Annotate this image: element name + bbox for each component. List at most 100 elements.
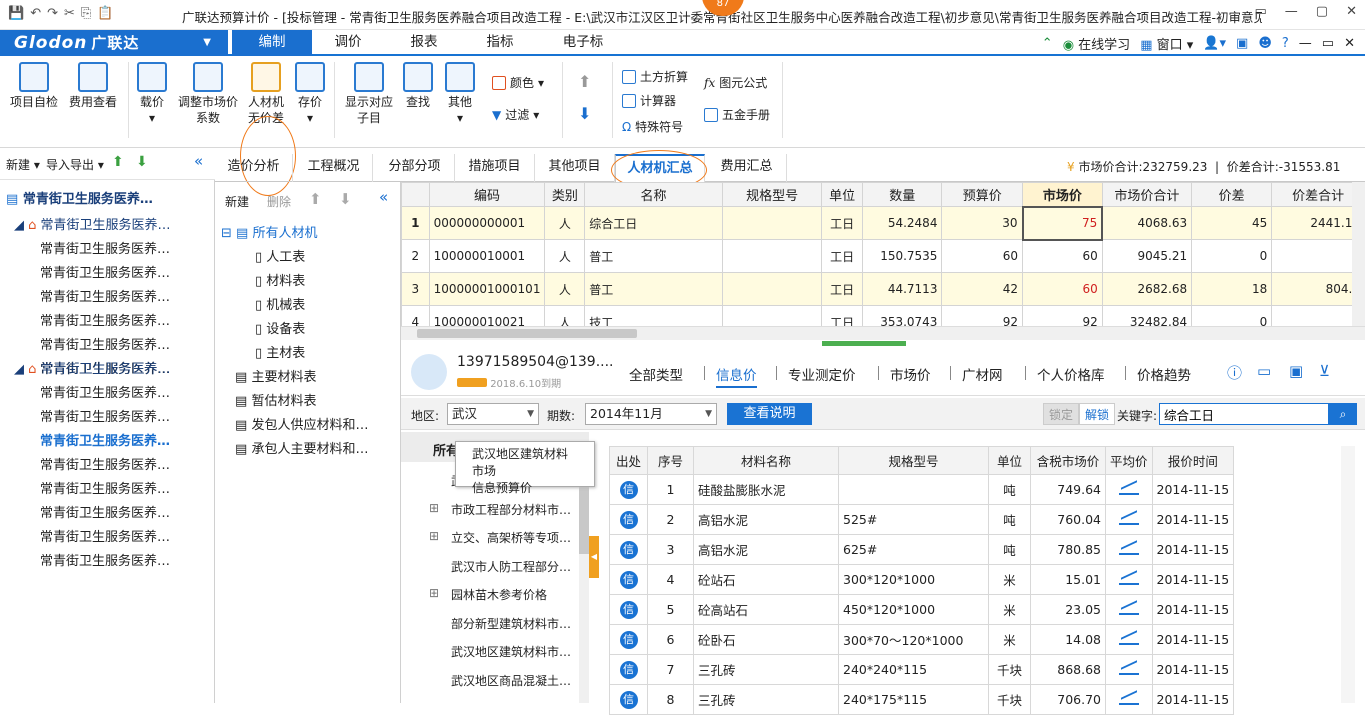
scroll-thumb[interactable]	[417, 329, 637, 338]
price-cell[interactable]: 8	[647, 684, 694, 715]
source-item[interactable]: ⊞ 园林苗木参考价格	[429, 586, 547, 603]
keyword-input[interactable]	[1159, 403, 1329, 425]
grid-cell[interactable]	[721, 206, 823, 240]
grid-header-cell[interactable]: 编码	[428, 182, 546, 207]
price-header-cell[interactable]: 序号	[647, 446, 694, 475]
project-check-button[interactable]: 项目自检	[6, 56, 62, 110]
collapse-cat-icon[interactable]: «	[379, 188, 388, 206]
region-select[interactable]: 武汉 ▼	[447, 403, 539, 425]
price-cell[interactable]: 240*175*115	[838, 684, 989, 715]
move-down-icon[interactable]: ⬇	[578, 104, 591, 123]
grid-cell[interactable]: 75	[1021, 205, 1104, 241]
info-price-icon[interactable]: 信	[619, 570, 638, 589]
avg-price-cell[interactable]	[1105, 534, 1153, 565]
grid-header-cell[interactable]: 价差合计	[1271, 182, 1365, 207]
tree-item[interactable]: 常青街卫生服务医养…	[40, 550, 170, 569]
tab-project-overview[interactable]: 工程概况	[295, 154, 373, 182]
price-cell[interactable]: 3	[647, 534, 694, 565]
cat-other[interactable]: ▤ 发包人供应材料和…	[235, 414, 368, 433]
price-cell[interactable]: 7	[647, 654, 694, 685]
price-cell[interactable]: 15.01	[1030, 564, 1106, 595]
price-cell[interactable]: 米	[988, 624, 1031, 655]
info-tab[interactable]: 全部类型	[629, 364, 683, 384]
save-price-button[interactable]: 存价 ▾	[292, 56, 328, 126]
info-price-icon[interactable]: 信	[619, 630, 638, 649]
maximize-button[interactable]: ▢	[1316, 4, 1328, 19]
paste-icon[interactable]: 📋	[97, 6, 113, 21]
price-cell[interactable]: 2014-11-15	[1151, 654, 1235, 685]
close-button[interactable]: ✕	[1346, 4, 1357, 19]
price-row[interactable]: 信 2 高铝水泥 525# 吨 760.04 2014-11-15	[609, 504, 1235, 535]
price-cell[interactable]: 砼站石	[693, 564, 839, 595]
grid-cell[interactable]: 150.7535	[862, 239, 943, 273]
grid-cell[interactable]: 60	[941, 239, 1024, 273]
expand-icon[interactable]: ⊞	[429, 586, 439, 600]
app-logo[interactable]: Glodon 广联达 ▼	[0, 30, 228, 56]
info-price-icon[interactable]: 信	[619, 660, 638, 679]
tree-root[interactable]: ▤ 常青街卫生服务医养…	[6, 188, 153, 207]
tab-fee-summary[interactable]: 费用汇总	[707, 154, 787, 182]
grid-header-cell[interactable]: 规格型号	[721, 182, 823, 207]
price-cell[interactable]: 4	[647, 564, 694, 595]
cat-child[interactable]: ▯ 主材表	[255, 342, 305, 361]
price-cell[interactable]: 2014-11-15	[1151, 474, 1235, 505]
new-project-button[interactable]: 新建 ▾	[6, 156, 40, 173]
price-cell[interactable]: 三孔砖	[693, 654, 839, 685]
grid-cell[interactable]: 42	[941, 272, 1024, 306]
grid-cell[interactable]: 综合工日	[584, 206, 723, 240]
grid-cell[interactable]: 人	[544, 239, 586, 273]
grid-row[interactable]: 3 10000001000101 人普工 工日 44.7113 42 60 2682.68 18…	[401, 272, 1365, 306]
cart-icon[interactable]: ⊻	[1319, 362, 1330, 380]
avg-price-cell[interactable]	[1105, 504, 1153, 535]
price-row[interactable]: 信 6 砼卧石 300*70～120*1000 米 14.08 2014-11-15	[609, 624, 1235, 655]
grid-cell[interactable]: 10000001000101	[428, 272, 546, 306]
up-arrow-icon[interactable]: ⬆	[112, 154, 124, 170]
grid-cell[interactable]: 0	[1191, 239, 1273, 273]
grid-cell[interactable]: 1	[401, 206, 430, 240]
tab-edit[interactable]: 编制	[232, 30, 312, 56]
tree-item[interactable]: 常青街卫生服务医养…	[40, 502, 170, 521]
price-cell[interactable]: 吨	[988, 474, 1031, 505]
ribbon-close-icon[interactable]: ✕	[1344, 36, 1355, 51]
save-icon[interactable]: 💾	[8, 6, 24, 21]
tree-group-2[interactable]: ◢ ⌂ 常青街卫生服务医养…	[14, 358, 171, 377]
source-item[interactable]: 武汉市人防工程部分…	[451, 558, 571, 575]
search-icon[interactable]: ⌕	[1329, 403, 1357, 425]
period-select[interactable]: 2014年11月 ▼	[585, 403, 717, 425]
grid-cell[interactable]: 804.8	[1271, 272, 1365, 306]
price-header-cell[interactable]: 规格型号	[838, 446, 989, 475]
price-cell[interactable]: 450*120*1000	[838, 594, 989, 625]
minimize-button[interactable]: —	[1285, 4, 1298, 19]
chat-icon[interactable]: ▣	[1289, 362, 1303, 380]
grid-header-cell[interactable]: 市场价合计	[1101, 182, 1193, 207]
price-source-cell[interactable]: 信	[609, 684, 648, 715]
cat-child[interactable]: ▯ 材料表	[255, 270, 305, 289]
mascot-icon[interactable]: ☻	[1258, 36, 1272, 51]
grid-cell[interactable]: 54.2484	[862, 206, 943, 240]
cat-other[interactable]: ▤ 暂估材料表	[235, 390, 316, 409]
avg-price-cell[interactable]	[1105, 594, 1153, 625]
price-cell[interactable]: 2014-11-15	[1151, 504, 1235, 535]
find-button[interactable]: 查找	[400, 56, 436, 110]
trend-chart-icon[interactable]	[1118, 541, 1139, 555]
price-cell[interactable]: 2014-11-15	[1151, 534, 1235, 565]
hardware-manual-button[interactable]: 五金手册	[704, 106, 770, 123]
formula-button[interactable]: fx 图元公式	[704, 74, 767, 91]
tree-item[interactable]: 常青街卫生服务医养…	[40, 382, 170, 401]
grid-cell[interactable]: 普工	[584, 239, 723, 273]
price-source-cell[interactable]: 信	[609, 624, 648, 655]
grid-header-cell[interactable]: 预算价	[941, 182, 1024, 207]
price-row[interactable]: 信 1 硅酸盐膨胀水泥 吨 749.64 2014-11-15	[609, 474, 1235, 505]
show-sub-item-button[interactable]: 显示对应 子目	[340, 56, 398, 126]
message-icon[interactable]: ▣	[1236, 36, 1248, 51]
grid-cell[interactable]	[721, 239, 823, 273]
expand-icon[interactable]: ⊞	[429, 529, 439, 543]
price-cell[interactable]: 760.04	[1030, 504, 1106, 535]
grid-cell[interactable]: 30	[941, 206, 1024, 240]
price-cell[interactable]: 吨	[988, 504, 1031, 535]
cut-icon[interactable]: ✂	[64, 6, 75, 21]
source-item[interactable]: 武汉地区建筑材料市…	[451, 643, 571, 660]
tree-item[interactable]: 常青街卫生服务医养…	[40, 430, 170, 449]
price-cell[interactable]: 2014-11-15	[1151, 624, 1235, 655]
grid-cell[interactable]: 60	[1022, 239, 1103, 273]
